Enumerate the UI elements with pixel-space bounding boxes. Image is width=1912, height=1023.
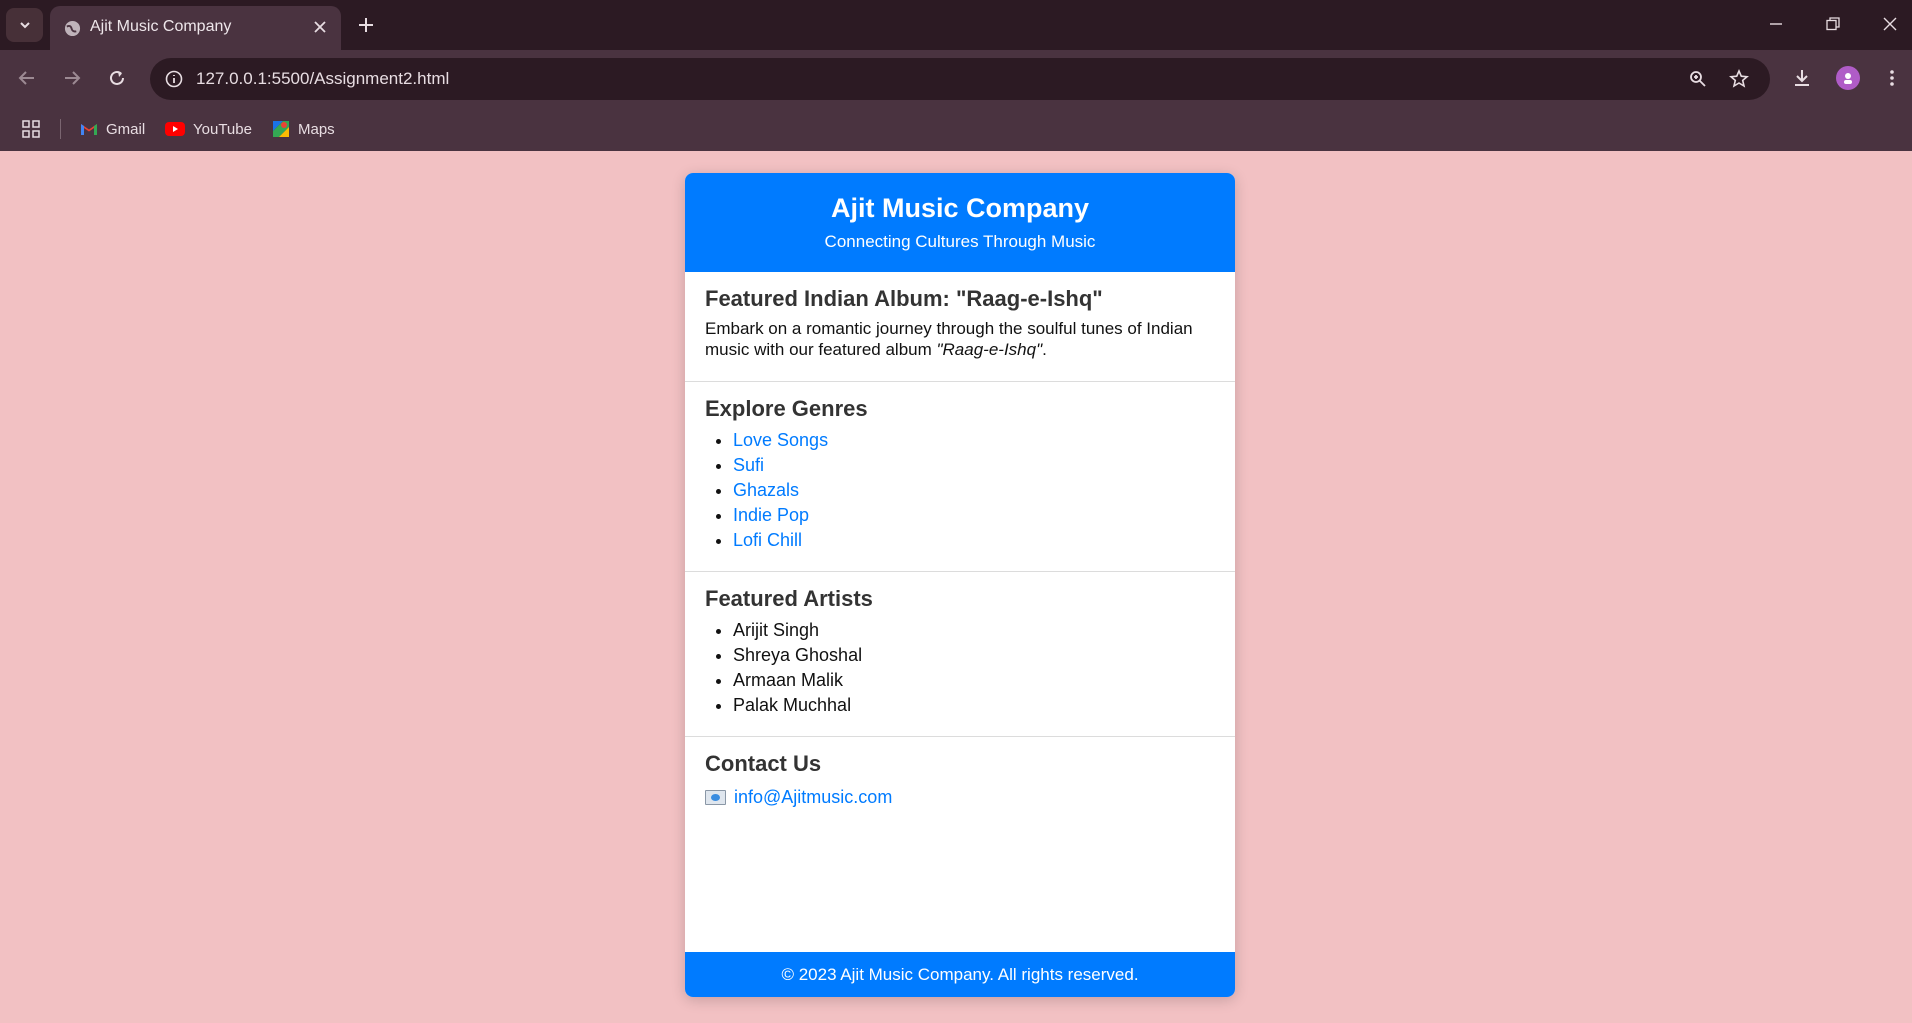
genres-heading: Explore Genres bbox=[705, 396, 868, 421]
bookmark-gmail[interactable]: Gmail bbox=[80, 116, 145, 142]
restore-icon bbox=[1826, 17, 1840, 31]
contact-line: info@Ajitmusic.com bbox=[705, 787, 1215, 808]
download-icon bbox=[1795, 70, 1809, 86]
close-icon bbox=[314, 21, 326, 33]
star-icon bbox=[1729, 69, 1749, 88]
address-bar[interactable]: 127.0.0.1:5500/Assignment2.html bbox=[150, 58, 1770, 100]
envelope-icon bbox=[705, 790, 726, 805]
page-subtitle: Connecting Cultures Through Music bbox=[824, 232, 1096, 251]
bookmark-label: YouTube bbox=[193, 120, 252, 138]
gmail-icon bbox=[81, 124, 97, 135]
site-footer: © 2023 Ajit Music Company. All rights re… bbox=[685, 952, 1235, 997]
tab-strip: Ajit Music Company bbox=[0, 0, 1912, 50]
genre-link-love-songs[interactable]: Love Songs bbox=[733, 430, 828, 450]
downloads-button[interactable] bbox=[1786, 62, 1818, 94]
page-title: Ajit Music Company bbox=[830, 193, 1090, 223]
apps-button[interactable] bbox=[22, 116, 40, 142]
youtube-icon bbox=[165, 122, 185, 136]
contact-section: Contact Us info@Ajitmusic.com bbox=[685, 737, 1235, 808]
list-item: Sufi bbox=[733, 453, 1215, 478]
list-item: Arijit Singh bbox=[733, 618, 1215, 643]
list-item: Palak Muchhal bbox=[733, 693, 1215, 718]
list-item: Lofi Chill bbox=[733, 528, 1215, 553]
browser-menu-button[interactable] bbox=[1876, 62, 1908, 94]
featured-album-text: Embark on a romantic journey through the… bbox=[705, 319, 1193, 359]
chevron-down-icon bbox=[19, 22, 30, 29]
contact-heading: Contact Us bbox=[705, 751, 822, 776]
genre-link-ghazals[interactable]: Ghazals bbox=[733, 480, 799, 500]
minimize-button[interactable] bbox=[1758, 10, 1794, 38]
site-header: Ajit Music Company Connecting Cultures T… bbox=[685, 173, 1235, 272]
genre-link-lofi-chill[interactable]: Lofi Chill bbox=[733, 530, 802, 550]
plus-icon bbox=[359, 18, 373, 32]
apps-grid-icon bbox=[22, 120, 40, 138]
zoom-icon bbox=[1690, 71, 1706, 87]
url-text[interactable]: 127.0.0.1:5500/Assignment2.html bbox=[196, 69, 449, 89]
more-vertical-icon bbox=[1890, 70, 1894, 86]
close-window-button[interactable] bbox=[1872, 10, 1908, 38]
page-card: Ajit Music Company Connecting Cultures T… bbox=[685, 173, 1235, 997]
genres-list: Love Songs Sufi Ghazals Indie Pop Lofi C… bbox=[705, 428, 1215, 553]
list-item: Love Songs bbox=[733, 428, 1215, 453]
arrow-left-icon bbox=[18, 71, 34, 85]
genres-section: Explore Genres Love Songs Sufi Ghazals I… bbox=[685, 382, 1235, 572]
reload-button[interactable] bbox=[101, 62, 133, 94]
bookmark-label: Maps bbox=[298, 120, 335, 138]
artists-section: Featured Artists Arijit Singh Shreya Gho… bbox=[685, 572, 1235, 737]
new-tab-button[interactable] bbox=[352, 11, 380, 39]
profile-button[interactable] bbox=[1832, 62, 1864, 94]
tab-title: Ajit Music Company bbox=[90, 18, 232, 35]
minimize-icon bbox=[1770, 23, 1782, 25]
active-tab[interactable]: Ajit Music Company bbox=[50, 6, 341, 50]
close-icon bbox=[1883, 17, 1897, 31]
arrow-right-icon bbox=[65, 71, 81, 85]
contact-email-link[interactable]: info@Ajitmusic.com bbox=[734, 787, 892, 808]
bookmarks-bar: Gmail YouTube Maps bbox=[0, 106, 1912, 151]
bookmark-youtube[interactable]: YouTube bbox=[165, 116, 252, 142]
bookmark-label: Gmail bbox=[106, 120, 146, 138]
list-item: Armaan Malik bbox=[733, 668, 1215, 693]
bookmark-star-button[interactable] bbox=[1726, 66, 1752, 92]
forward-button[interactable] bbox=[56, 62, 88, 94]
info-icon bbox=[165, 70, 183, 88]
featured-album-heading: Featured Indian Album: "Raag-e-Ishq" bbox=[705, 286, 1103, 311]
genre-link-indie-pop[interactable]: Indie Pop bbox=[733, 505, 809, 525]
avatar bbox=[1836, 66, 1860, 90]
profile-icon bbox=[1844, 73, 1852, 84]
site-info-button[interactable] bbox=[162, 67, 186, 91]
restore-button[interactable] bbox=[1815, 10, 1851, 38]
close-tab-button[interactable] bbox=[309, 16, 331, 38]
globe-icon bbox=[64, 20, 81, 37]
album-name: "Raag-e-Ishq" bbox=[936, 340, 1043, 359]
reload-icon bbox=[110, 70, 124, 85]
list-item: Ghazals bbox=[733, 478, 1215, 503]
zoom-button[interactable] bbox=[1685, 66, 1711, 92]
back-button[interactable] bbox=[11, 62, 43, 94]
tab-search-button[interactable] bbox=[6, 8, 43, 42]
artists-list: Arijit Singh Shreya Ghoshal Armaan Malik… bbox=[705, 618, 1215, 718]
list-item: Shreya Ghoshal bbox=[733, 643, 1215, 668]
browser-toolbar: 127.0.0.1:5500/Assignment2.html bbox=[0, 50, 1912, 106]
bookmark-maps[interactable]: Maps bbox=[272, 116, 335, 142]
bookmarks-divider bbox=[60, 119, 61, 139]
artists-heading: Featured Artists bbox=[705, 586, 873, 611]
list-item: Indie Pop bbox=[733, 503, 1215, 528]
genre-link-sufi[interactable]: Sufi bbox=[733, 455, 764, 475]
featured-album-section: Featured Indian Album: "Raag-e-Ishq" Emb… bbox=[685, 272, 1235, 382]
maps-icon bbox=[273, 121, 289, 137]
